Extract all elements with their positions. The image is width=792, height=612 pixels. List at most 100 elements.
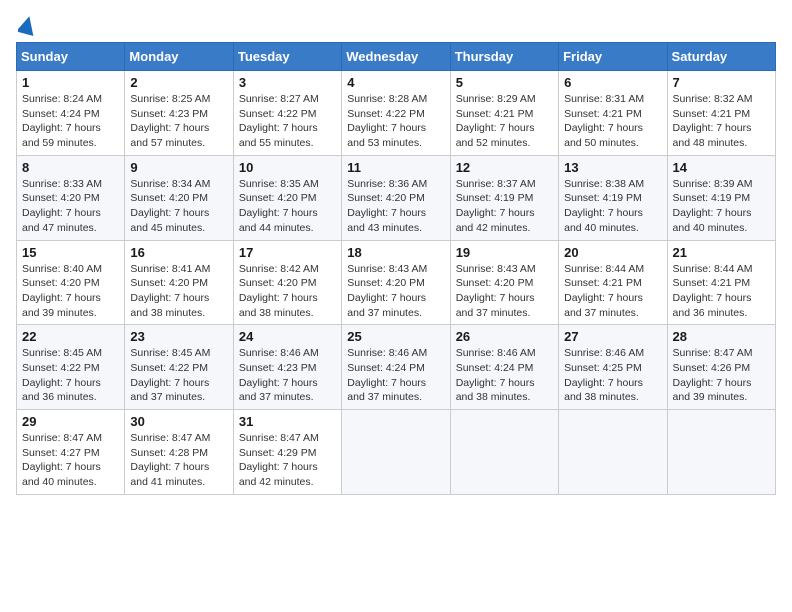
empty-cell [450, 410, 558, 495]
logo-triangle-icon [18, 16, 36, 38]
day-number: 30 [130, 414, 227, 429]
col-header-sunday: Sunday [17, 43, 125, 71]
day-info: Sunrise: 8:40 AMSunset: 4:20 PMDaylight:… [22, 262, 119, 321]
calendar-week-row: 15Sunrise: 8:40 AMSunset: 4:20 PMDayligh… [17, 240, 776, 325]
calendar-day-cell: 16 Sunrise: 8:41 AMSunset: 4:20 PMDayligh… [125, 240, 233, 325]
page-header [16, 16, 776, 34]
calendar-day-cell: 31 Sunrise: 8:47 AMSunset: 4:29 PMDayligh… [233, 410, 341, 495]
day-number: 13 [564, 160, 661, 175]
day-number: 26 [456, 329, 553, 344]
calendar-header-row: SundayMondayTuesdayWednesdayThursdayFrid… [17, 43, 776, 71]
day-info: Sunrise: 8:46 AMSunset: 4:24 PMDaylight:… [347, 346, 444, 405]
calendar-day-cell: 17 Sunrise: 8:42 AMSunset: 4:20 PMDayligh… [233, 240, 341, 325]
calendar-week-row: 1 Sunrise: 8:24 AMSunset: 4:24 PMDaylight… [17, 71, 776, 156]
day-number: 24 [239, 329, 336, 344]
day-info: Sunrise: 8:45 AMSunset: 4:22 PMDaylight:… [22, 346, 119, 405]
day-info: Sunrise: 8:31 AMSunset: 4:21 PMDaylight:… [564, 92, 661, 151]
calendar-day-cell: 6Sunrise: 8:31 AMSunset: 4:21 PMDaylight… [559, 71, 667, 156]
day-number: 12 [456, 160, 553, 175]
calendar-day-cell: 25 Sunrise: 8:46 AMSunset: 4:24 PMDayligh… [342, 325, 450, 410]
day-number: 2 [130, 75, 227, 90]
empty-cell [559, 410, 667, 495]
calendar-day-cell: 30 Sunrise: 8:47 AMSunset: 4:28 PMDayligh… [125, 410, 233, 495]
day-info: Sunrise: 8:46 AMSunset: 4:23 PMDaylight:… [239, 346, 336, 405]
day-number: 10 [239, 160, 336, 175]
logo [16, 16, 37, 34]
day-info: Sunrise: 8:39 AMSunset: 4:19 PMDaylight:… [673, 177, 770, 236]
day-number: 1 [22, 75, 119, 90]
day-info: Sunrise: 8:45 AMSunset: 4:22 PMDaylight:… [130, 346, 227, 405]
day-info: Sunrise: 8:38 AMSunset: 4:19 PMDaylight:… [564, 177, 661, 236]
empty-cell [342, 410, 450, 495]
day-info: Sunrise: 8:33 AMSunset: 4:20 PMDaylight:… [22, 177, 119, 236]
day-info: Sunrise: 8:32 AMSunset: 4:21 PMDaylight:… [673, 92, 770, 151]
day-number: 20 [564, 245, 661, 260]
day-number: 5 [456, 75, 553, 90]
calendar-day-cell: 27Sunrise: 8:46 AMSunset: 4:25 PMDayligh… [559, 325, 667, 410]
calendar-day-cell: 10 Sunrise: 8:35 AMSunset: 4:20 PMDayligh… [233, 155, 341, 240]
day-number: 11 [347, 160, 444, 175]
calendar-day-cell: 11 Sunrise: 8:36 AMSunset: 4:20 PMDayligh… [342, 155, 450, 240]
day-info: Sunrise: 8:41 AMSunset: 4:20 PMDaylight:… [130, 262, 227, 321]
calendar-day-cell: 21Sunrise: 8:44 AMSunset: 4:21 PMDayligh… [667, 240, 775, 325]
day-info: Sunrise: 8:46 AMSunset: 4:25 PMDaylight:… [564, 346, 661, 405]
calendar-day-cell: 8Sunrise: 8:33 AMSunset: 4:20 PMDaylight… [17, 155, 125, 240]
day-number: 31 [239, 414, 336, 429]
calendar-day-cell: 18 Sunrise: 8:43 AMSunset: 4:20 PMDayligh… [342, 240, 450, 325]
empty-cell [667, 410, 775, 495]
day-number: 7 [673, 75, 770, 90]
day-number: 19 [456, 245, 553, 260]
calendar-day-cell: 23 Sunrise: 8:45 AMSunset: 4:22 PMDayligh… [125, 325, 233, 410]
day-info: Sunrise: 8:25 AMSunset: 4:23 PMDaylight:… [130, 92, 227, 151]
calendar-week-row: 29Sunrise: 8:47 AMSunset: 4:27 PMDayligh… [17, 410, 776, 495]
calendar-day-cell: 12 Sunrise: 8:37 AMSunset: 4:19 PMDayligh… [450, 155, 558, 240]
col-header-monday: Monday [125, 43, 233, 71]
day-number: 22 [22, 329, 119, 344]
calendar-day-cell: 24 Sunrise: 8:46 AMSunset: 4:23 PMDayligh… [233, 325, 341, 410]
day-info: Sunrise: 8:47 AMSunset: 4:26 PMDaylight:… [673, 346, 770, 405]
day-number: 28 [673, 329, 770, 344]
day-info: Sunrise: 8:28 AMSunset: 4:22 PMDaylight:… [347, 92, 444, 151]
day-number: 9 [130, 160, 227, 175]
calendar-day-cell: 9 Sunrise: 8:34 AMSunset: 4:20 PMDaylight… [125, 155, 233, 240]
col-header-wednesday: Wednesday [342, 43, 450, 71]
day-info: Sunrise: 8:43 AMSunset: 4:20 PMDaylight:… [347, 262, 444, 321]
day-number: 23 [130, 329, 227, 344]
day-info: Sunrise: 8:44 AMSunset: 4:21 PMDaylight:… [564, 262, 661, 321]
day-info: Sunrise: 8:27 AMSunset: 4:22 PMDaylight:… [239, 92, 336, 151]
col-header-thursday: Thursday [450, 43, 558, 71]
day-info: Sunrise: 8:47 AMSunset: 4:27 PMDaylight:… [22, 431, 119, 490]
day-info: Sunrise: 8:47 AMSunset: 4:29 PMDaylight:… [239, 431, 336, 490]
day-number: 21 [673, 245, 770, 260]
day-info: Sunrise: 8:35 AMSunset: 4:20 PMDaylight:… [239, 177, 336, 236]
calendar-day-cell: 3 Sunrise: 8:27 AMSunset: 4:22 PMDaylight… [233, 71, 341, 156]
day-info: Sunrise: 8:37 AMSunset: 4:19 PMDaylight:… [456, 177, 553, 236]
day-info: Sunrise: 8:42 AMSunset: 4:20 PMDaylight:… [239, 262, 336, 321]
calendar-day-cell: 26 Sunrise: 8:46 AMSunset: 4:24 PMDayligh… [450, 325, 558, 410]
calendar-day-cell: 5 Sunrise: 8:29 AMSunset: 4:21 PMDaylight… [450, 71, 558, 156]
day-info: Sunrise: 8:34 AMSunset: 4:20 PMDaylight:… [130, 177, 227, 236]
day-number: 25 [347, 329, 444, 344]
day-number: 16 [130, 245, 227, 260]
day-info: Sunrise: 8:47 AMSunset: 4:28 PMDaylight:… [130, 431, 227, 490]
calendar-day-cell: 7 Sunrise: 8:32 AMSunset: 4:21 PMDaylight… [667, 71, 775, 156]
day-number: 3 [239, 75, 336, 90]
calendar-week-row: 22 Sunrise: 8:45 AMSunset: 4:22 PMDayligh… [17, 325, 776, 410]
day-info: Sunrise: 8:24 AMSunset: 4:24 PMDaylight:… [22, 92, 119, 151]
day-number: 17 [239, 245, 336, 260]
day-info: Sunrise: 8:36 AMSunset: 4:20 PMDaylight:… [347, 177, 444, 236]
col-header-friday: Friday [559, 43, 667, 71]
calendar-day-cell: 13 Sunrise: 8:38 AMSunset: 4:19 PMDayligh… [559, 155, 667, 240]
day-info: Sunrise: 8:29 AMSunset: 4:21 PMDaylight:… [456, 92, 553, 151]
day-info: Sunrise: 8:46 AMSunset: 4:24 PMDaylight:… [456, 346, 553, 405]
day-number: 18 [347, 245, 444, 260]
day-info: Sunrise: 8:43 AMSunset: 4:20 PMDaylight:… [456, 262, 553, 321]
calendar-day-cell: 29Sunrise: 8:47 AMSunset: 4:27 PMDayligh… [17, 410, 125, 495]
col-header-tuesday: Tuesday [233, 43, 341, 71]
calendar-day-cell: 19 Sunrise: 8:43 AMSunset: 4:20 PMDayligh… [450, 240, 558, 325]
calendar-day-cell: 4 Sunrise: 8:28 AMSunset: 4:22 PMDaylight… [342, 71, 450, 156]
calendar-week-row: 8Sunrise: 8:33 AMSunset: 4:20 PMDaylight… [17, 155, 776, 240]
calendar-day-cell: 22 Sunrise: 8:45 AMSunset: 4:22 PMDayligh… [17, 325, 125, 410]
day-number: 4 [347, 75, 444, 90]
calendar-day-cell: 28 Sunrise: 8:47 AMSunset: 4:26 PMDayligh… [667, 325, 775, 410]
